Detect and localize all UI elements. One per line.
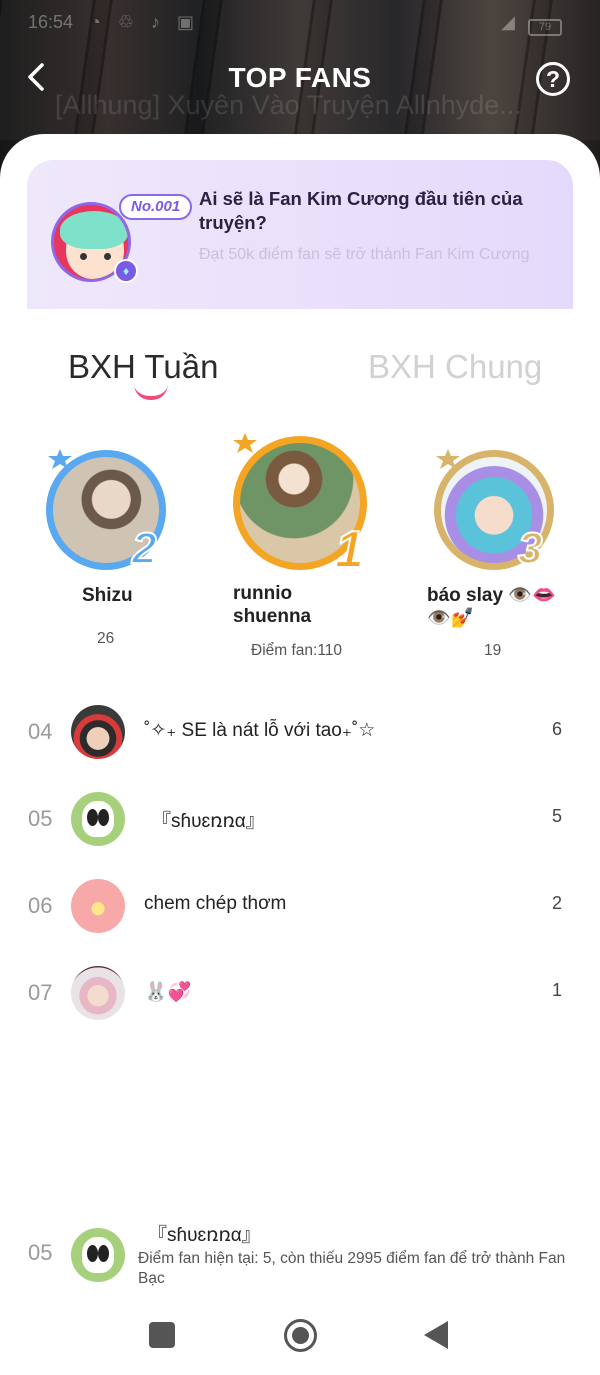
fan-score: 2 xyxy=(551,893,562,913)
rank-number: 05 xyxy=(28,1240,53,1265)
fan-score: 1 xyxy=(551,980,562,1000)
rank-number: 07 xyxy=(28,980,53,1005)
fan-name: 『sɦυɛռռα』 xyxy=(148,1225,261,1246)
system-nav-bar xyxy=(0,1310,600,1375)
fan-name: ˚✧₊ SE là nát lỗ với tao₊˚☆ xyxy=(144,720,376,741)
active-tab-indicator xyxy=(134,384,168,400)
top-bar: TOP FANS ? xyxy=(0,50,600,106)
podium-score: Điểm fan:110 xyxy=(251,642,343,659)
list-item[interactable]: 04 ˚✧₊ SE là nát lỗ với tao₊˚☆ 6 xyxy=(0,701,600,763)
fan-score: 6 xyxy=(551,719,562,739)
status-bar: 16:54 ◔ ♲ ♪ ▣ ◢ 79 xyxy=(0,0,600,44)
rank-number: 3 xyxy=(517,523,544,574)
list-item[interactable]: 05 『sɦυɛռռα』 5 xyxy=(0,788,600,850)
diamond-icon: ♦ xyxy=(114,259,138,283)
fan-name: 🐰💞 xyxy=(144,982,192,1003)
my-rank-row[interactable]: 05 『sɦυɛռռα』 Điểm fan hiện tại: 5, còn t… xyxy=(0,1216,600,1296)
rank-number: 06 xyxy=(28,893,53,918)
rank-number: 05 xyxy=(28,806,53,831)
fan-name: chem chép thơm xyxy=(144,893,287,914)
rank-number: 04 xyxy=(28,719,53,744)
podium-rank-2[interactable]: 2 Shizu 26 xyxy=(40,444,180,654)
content-sheet: ♦ No.001 Ai sẽ là Fan Kim Cương đầu tiên… xyxy=(0,134,600,1375)
podium-score: 26 xyxy=(97,630,115,647)
tab-overall-ranking[interactable]: BXH Chung xyxy=(368,348,542,386)
status-time: 16:54 xyxy=(28,12,74,32)
number-badge: No.001 xyxy=(119,194,193,220)
page-title: TOP FANS xyxy=(228,62,372,93)
status-right: ◢ 79 xyxy=(501,12,562,36)
list-item[interactable]: 06 chem chép thơm 2 xyxy=(0,875,600,937)
battery-icon: 79 xyxy=(528,19,562,36)
podium-rank-3[interactable]: 3 báo slay 👁️👄👁️💅 19 xyxy=(420,444,590,664)
fan-name: 『sɦυɛռռα』 xyxy=(152,811,265,832)
podium-name: runnio shuenna xyxy=(233,583,312,627)
banner-title: Ai sẽ là Fan Kim Cương đầu tiên của truy… xyxy=(199,188,523,233)
fan-progress-info: Điểm fan hiện tại: 5, còn thiếu 2995 điể… xyxy=(138,1250,566,1287)
diamond-fan-banner: ♦ No.001 Ai sẽ là Fan Kim Cương đầu tiên… xyxy=(27,160,573,309)
avatar xyxy=(71,1228,125,1282)
crown-icon xyxy=(233,433,257,453)
signal-icon: ◢ xyxy=(501,12,515,32)
rank-number: 2 xyxy=(131,523,158,574)
banner-subtitle: Đạt 50k điểm fan sẽ trở thành Fan Kim Cư… xyxy=(199,246,530,263)
help-button[interactable]: ? xyxy=(536,62,570,96)
status-icons: ◔ ♲ ♪ ▣ xyxy=(90,12,201,32)
avatar xyxy=(71,879,125,933)
podium-rank-1[interactable]: 1 runnio shuenna Điểm fan:110 xyxy=(225,430,385,670)
home-button[interactable] xyxy=(284,1319,317,1352)
avatar xyxy=(71,792,125,846)
list-item[interactable]: 07 🐰💞 1 xyxy=(0,962,600,1024)
fan-score: 5 xyxy=(551,806,562,826)
avatar xyxy=(71,966,125,1020)
tab-weekly-ranking[interactable]: BXH Tuần xyxy=(68,348,218,386)
rank-number: 1 xyxy=(334,520,365,580)
system-back-button[interactable] xyxy=(424,1321,448,1349)
podium-name: báo slay 👁️👄👁️💅 xyxy=(427,585,556,629)
avatar xyxy=(71,705,125,759)
podium-score: 19 xyxy=(484,642,502,659)
recent-apps-button[interactable] xyxy=(149,1322,175,1348)
podium-name: Shizu xyxy=(82,585,133,606)
